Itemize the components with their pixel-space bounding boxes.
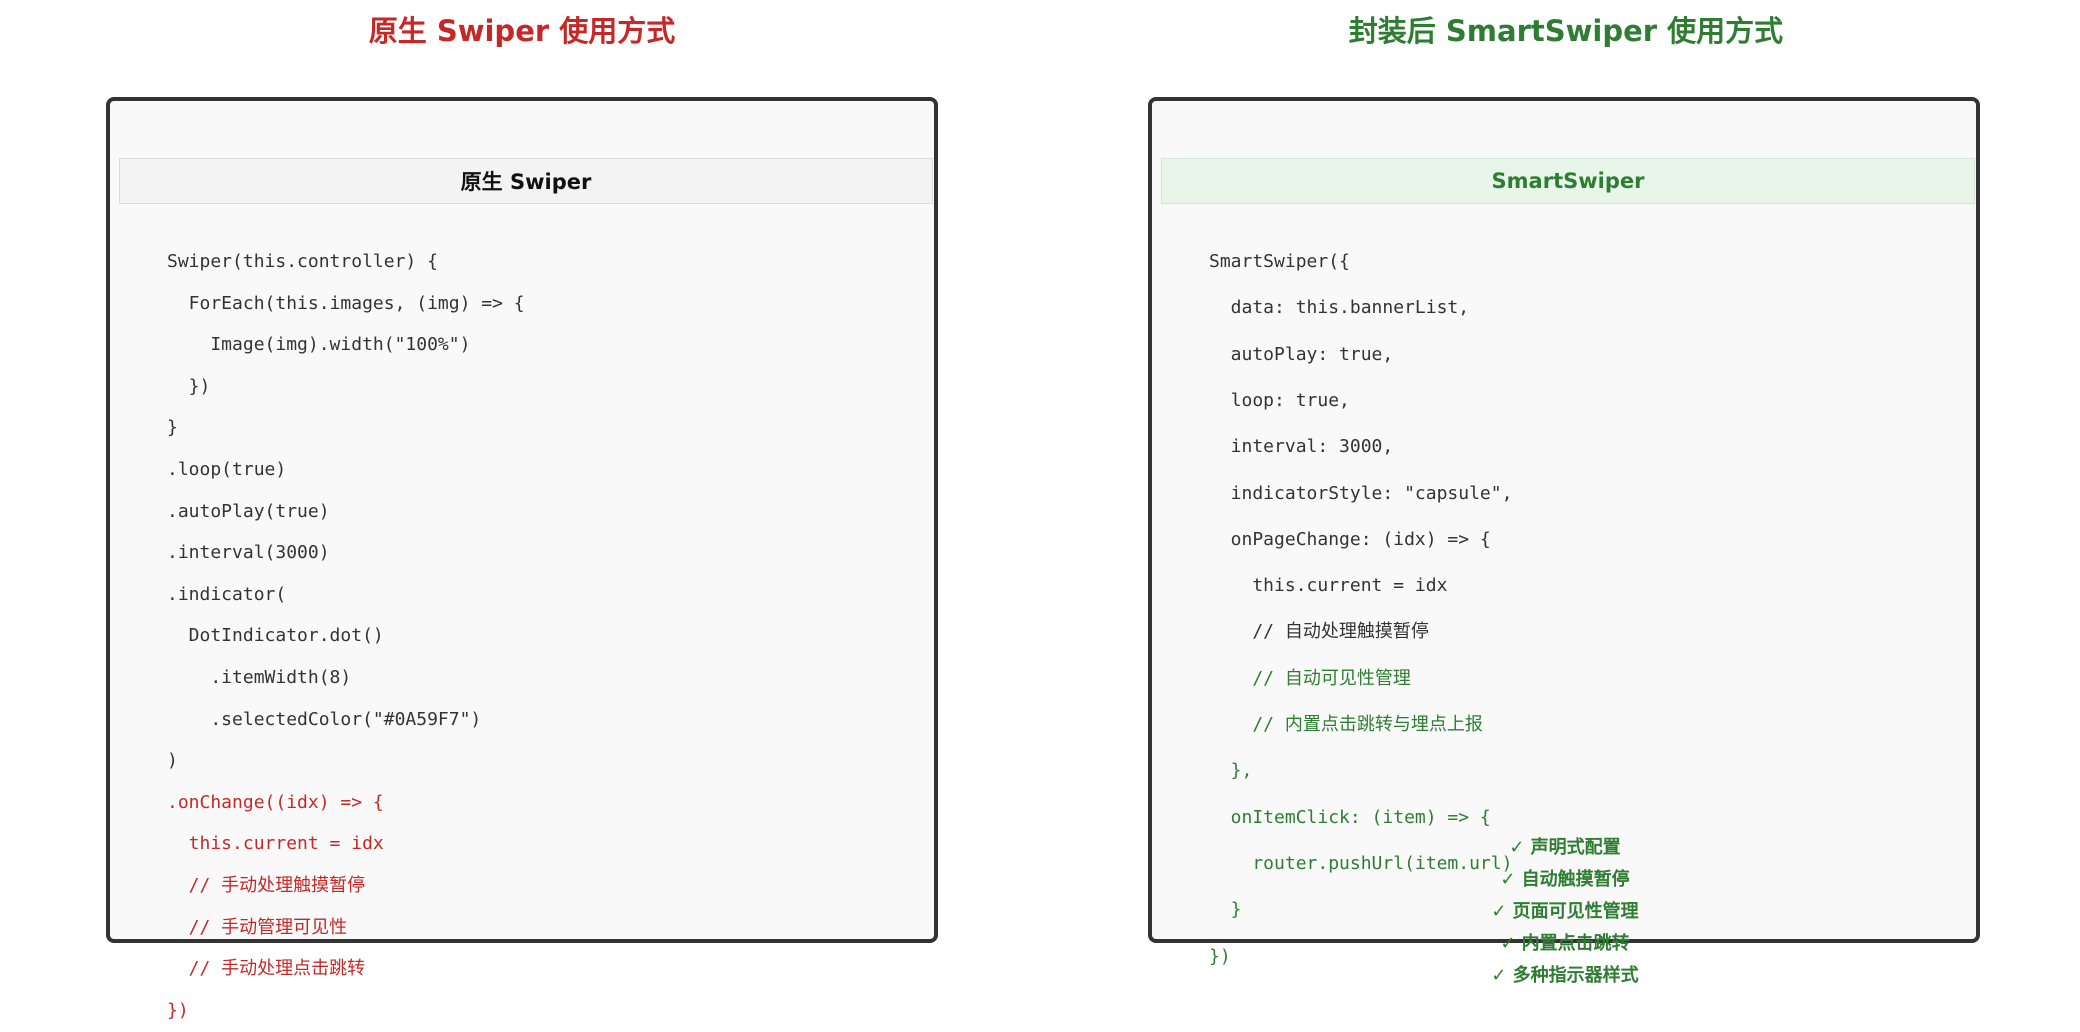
right-code-line: onPageChange: (idx) => { — [1209, 528, 1491, 550]
feature-item: ✓ 多种指示器样式 — [1491, 965, 1639, 986]
right-code-line: onItemClick: (item) => { — [1209, 806, 1491, 828]
feature-item: ✓ 内置点击跳转 — [1500, 933, 1630, 954]
smart-swiper-header: SmartSwiper — [1161, 158, 1975, 204]
left-code-line: .selectedColor("#0A59F7") — [167, 708, 482, 730]
left-code-line: } — [167, 417, 178, 439]
right-code-line: data: this.bannerList, — [1209, 297, 1470, 319]
right-code-line: }) — [1209, 945, 1231, 967]
right-code-line: interval: 3000, — [1209, 436, 1394, 458]
feature-item: ✓ 页面可见性管理 — [1491, 901, 1639, 922]
right-code-line: }, — [1209, 760, 1253, 782]
right-code-line: SmartSwiper({ — [1209, 251, 1350, 272]
right-code-line: // 自动处理触摸暂停 — [1209, 621, 1429, 643]
left-code-line: .itemWidth(8) — [167, 667, 352, 688]
right-code-line: indicatorStyle: "capsule", — [1209, 482, 1513, 504]
left-code-line: .autoPlay(true) — [167, 500, 330, 522]
left-code-line: DotIndicator.dot() — [167, 625, 384, 647]
feature-item: ✓ 自动触摸暂停 — [1500, 869, 1630, 890]
left-code-line: .loop(true) — [167, 459, 287, 480]
left-code-line: .interval(3000) — [167, 542, 330, 564]
left-code-line: .onChange((idx) => { — [167, 791, 384, 813]
right-code-line: } — [1209, 899, 1242, 921]
feature-item: ✓ 声明式配置 — [1509, 837, 1621, 858]
left-code-line: // 手动处理点击跳转 — [167, 958, 366, 980]
right-title: 封装后 SmartSwiper 使用方式 — [1348, 14, 1784, 48]
left-code-line: }) — [167, 999, 189, 1021]
left-code-line: Swiper(this.controller) { — [167, 251, 438, 272]
native-swiper-header: 原生 Swiper — [119, 158, 933, 204]
left-code-line: }) — [167, 375, 211, 397]
left-title: 原生 Swiper 使用方式 — [368, 14, 676, 48]
left-code-line: .indicator( — [167, 583, 287, 605]
right-code-line: autoPlay: true, — [1209, 343, 1394, 365]
right-code-line: // 自动可见性管理 — [1209, 667, 1411, 689]
left-code-line: // 手动管理可见性 — [167, 916, 348, 938]
left-code-line: // 手动处理触摸暂停 — [167, 875, 366, 896]
left-code-line: ForEach(this.images, (img) => { — [167, 292, 525, 314]
left-code-line: Image(img).width("100%") — [167, 334, 471, 356]
right-code-line: loop: true, — [1209, 389, 1350, 411]
right-code-line: this.current = idx — [1209, 575, 1448, 597]
feature-list: ✓ 声明式配置 ✓ 自动触摸暂停 ✓ 页面可见性管理 ✓ 内置点击跳转 ✓ 多种指示器样… — [1460, 832, 1670, 992]
right-code-line: // 内置点击跳转与埋点上报 — [1209, 714, 1483, 735]
left-code-line: this.current = idx — [167, 833, 384, 855]
left-code-line: ) — [167, 750, 178, 772]
